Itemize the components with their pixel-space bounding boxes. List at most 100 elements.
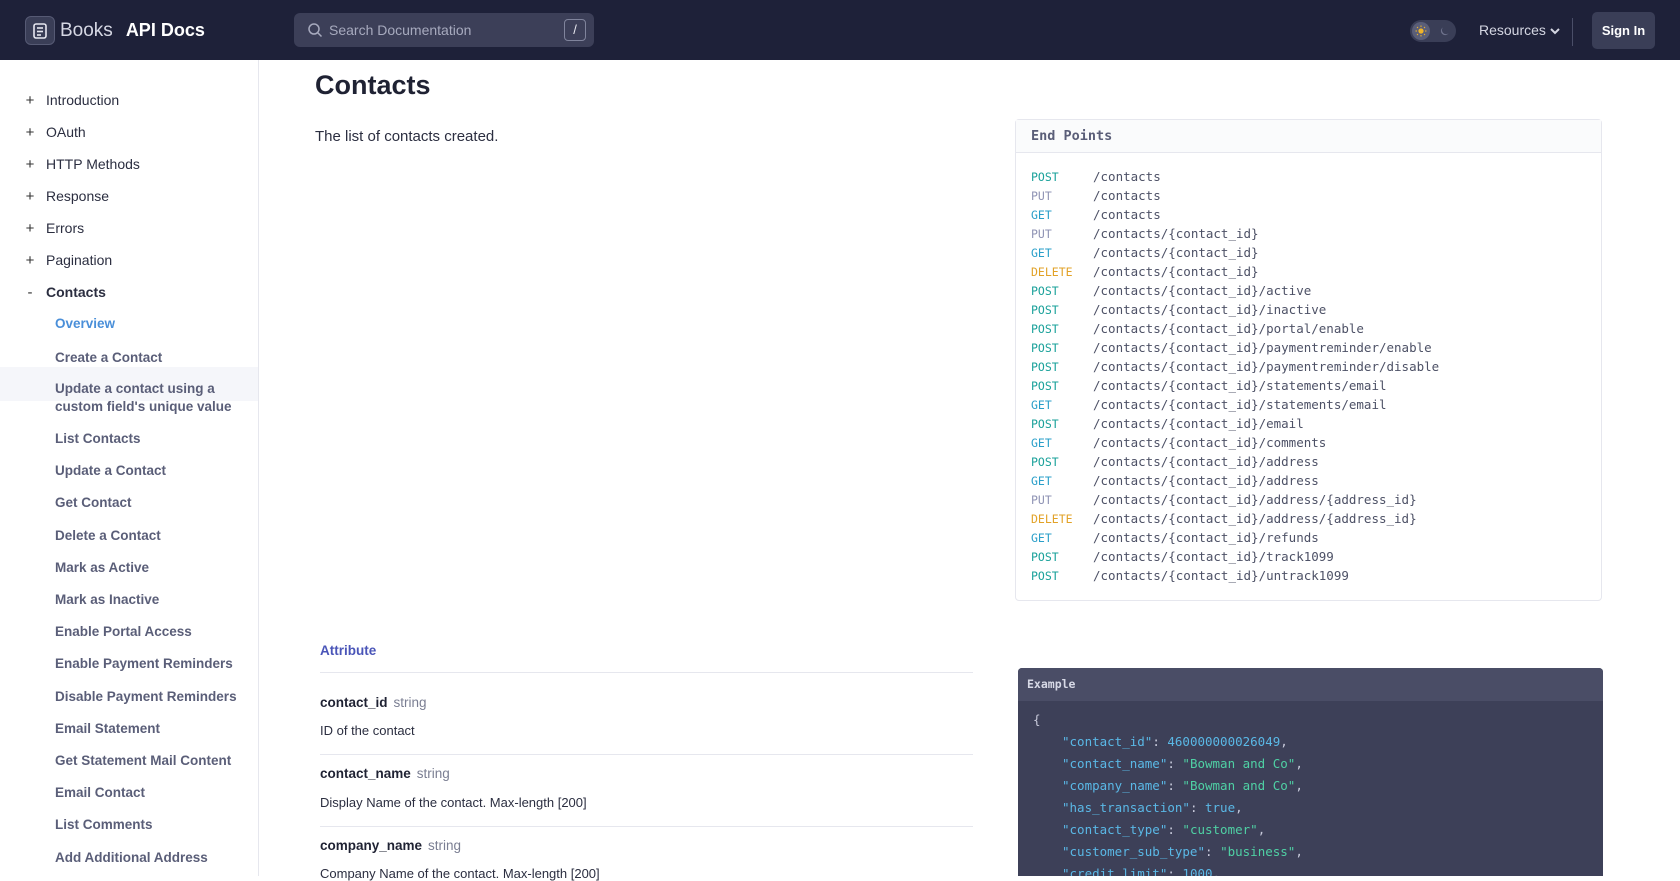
sidebar-subitem-enable-payment-reminders[interactable]: Enable Payment Reminders [55, 655, 245, 673]
sidebar-subitem-overview[interactable]: Overview [55, 315, 245, 333]
sidebar: + Introduction + OAuth + HTTP Methods + … [0, 60, 259, 876]
search-shortcut-key: / [564, 19, 586, 41]
sidebar-subitem-enable-portal[interactable]: Enable Portal Access [55, 623, 245, 641]
endpoint-row[interactable]: POST/contacts/{contact_id}/track1099 [1031, 547, 1334, 566]
attribute-name-text: contact_name [320, 766, 411, 781]
endpoint-row[interactable]: GET/contacts/{contact_id} [1031, 243, 1259, 262]
endpoint-path: /contacts/{contact_id} [1093, 245, 1259, 260]
divider [320, 672, 973, 673]
endpoint-row[interactable]: POST/contacts [1031, 167, 1161, 186]
endpoint-row[interactable]: POST/contacts/{contact_id}/statements/em… [1031, 376, 1387, 395]
sidebar-subitem-update-contact-custom-field[interactable]: Update a contact using a custom field's … [55, 380, 245, 416]
sidebar-subitem-get-contact[interactable]: Get Contact [55, 494, 245, 512]
sidebar-subitem-get-statement-mail[interactable]: Get Statement Mail Content [55, 752, 245, 770]
endpoint-method: DELETE [1031, 511, 1073, 526]
attribute-description: Display Name of the contact. Max-length … [320, 795, 587, 810]
code-line: "has_transaction": true, [1062, 800, 1243, 820]
sidebar-subitem-email-statement[interactable]: Email Statement [55, 720, 245, 738]
chevron-down-icon [1550, 22, 1560, 38]
attribute-description: ID of the contact [320, 723, 415, 738]
endpoint-row[interactable]: GET/contacts/{contact_id}/refunds [1031, 528, 1319, 547]
sidebar-subitem-list-contacts[interactable]: List Contacts [55, 430, 245, 448]
endpoint-path: /contacts/{contact_id}/address [1093, 454, 1319, 469]
brand-books-text: Books [60, 19, 113, 41]
attribute-name-text: company_name [320, 838, 423, 853]
page-title: Contacts [315, 70, 431, 100]
code-key: "credit_limit" [1062, 866, 1168, 876]
endpoint-method: POST [1031, 169, 1059, 184]
endpoint-row[interactable]: POST/contacts/{contact_id}/paymentremind… [1031, 338, 1432, 357]
header-divider [1572, 18, 1573, 46]
sidebar-subitem-add-address[interactable]: Add Additional Address [55, 849, 245, 867]
endpoint-row[interactable]: DELETE/contacts/{contact_id}/address/{ad… [1031, 509, 1417, 528]
search-placeholder: Search Documentation [329, 22, 472, 38]
code-colon: : [1205, 844, 1221, 859]
sidebar-subitem-delete-contact[interactable]: Delete a Contact [55, 527, 245, 545]
endpoint-row[interactable]: GET/contacts/{contact_id}/address [1031, 471, 1319, 490]
expand-icon: + [25, 251, 35, 269]
endpoint-path: /contacts/{contact_id}/paymentreminder/e… [1093, 340, 1432, 355]
code-key: "contact_type" [1062, 822, 1168, 837]
code-value: 460000000026049 [1167, 734, 1281, 749]
code-value: "Bowman and Co" [1182, 778, 1296, 793]
sidebar-item-label: Introduction [46, 92, 120, 108]
endpoint-path: /contacts/{contact_id}/statements/email [1093, 397, 1387, 412]
endpoint-path: /contacts/{contact_id}/active [1093, 283, 1312, 298]
sidebar-item-label: Response [46, 188, 110, 204]
sidebar-subitem-update-contact[interactable]: Update a Contact [55, 462, 245, 480]
code-comma: , [1295, 756, 1303, 771]
endpoint-path: /contacts/{contact_id}/paymentreminder/d… [1093, 359, 1440, 374]
endpoint-method: POST [1031, 283, 1059, 298]
endpoint-path: /contacts/{contact_id} [1093, 226, 1259, 241]
endpoint-row[interactable]: GET/contacts [1031, 205, 1161, 224]
attribute-description: Company Name of the contact. Max-length … [320, 866, 600, 881]
sidebar-subitem-mark-active[interactable]: Mark as Active [55, 559, 245, 577]
endpoint-method: PUT [1031, 492, 1052, 507]
sidebar-subitem-mark-inactive[interactable]: Mark as Inactive [55, 591, 245, 609]
endpoint-method: POST [1031, 416, 1059, 431]
attribute-name: company_name string [320, 838, 461, 853]
moon-icon [1436, 23, 1452, 39]
code-key: "contact_id" [1062, 734, 1153, 749]
endpoint-path: /contacts [1093, 207, 1161, 222]
code-colon: : [1152, 734, 1168, 749]
endpoint-row[interactable]: POST/contacts/{contact_id}/portal/enable [1031, 319, 1364, 338]
code-comma: , [1295, 778, 1303, 793]
brand[interactable]: Books API Docs [25, 16, 205, 45]
code-key: "company_name" [1062, 778, 1168, 793]
endpoint-method: POST [1031, 549, 1059, 564]
endpoint-row[interactable]: POST/contacts/{contact_id}/address [1031, 452, 1319, 471]
sidebar-subitem-create-contact[interactable]: Create a Contact [55, 349, 245, 367]
resources-menu[interactable]: Resources [1479, 22, 1560, 38]
endpoint-row[interactable]: POST/contacts/{contact_id}/email [1031, 414, 1304, 433]
endpoint-row[interactable]: POST/contacts/{contact_id}/inactive [1031, 300, 1326, 319]
endpoint-row[interactable]: DELETE/contacts/{contact_id} [1031, 262, 1259, 281]
sidebar-subitem-disable-payment-reminders[interactable]: Disable Payment Reminders [55, 688, 245, 706]
endpoint-path: /contacts/{contact_id}/address/{address_… [1093, 492, 1417, 507]
theme-toggle[interactable] [1410, 20, 1456, 42]
endpoint-row[interactable]: POST/contacts/{contact_id}/active [1031, 281, 1311, 300]
code-line: "credit_limit": 1000, [1062, 866, 1220, 876]
endpoint-path: /contacts/{contact_id}/portal/enable [1093, 321, 1364, 336]
endpoint-row[interactable]: PUT/contacts/{contact_id} [1031, 224, 1259, 243]
code-colon: : [1167, 778, 1183, 793]
endpoint-method: GET [1031, 473, 1052, 488]
code-comma: , [1280, 734, 1288, 749]
endpoint-row[interactable]: POST/contacts/{contact_id}/paymentremind… [1031, 357, 1439, 376]
sidebar-subitem-list-comments[interactable]: List Comments [55, 816, 245, 834]
endpoint-path: /contacts/{contact_id}/untrack1099 [1093, 568, 1349, 583]
endpoint-row[interactable]: POST/contacts/{contact_id}/untrack1099 [1031, 566, 1349, 585]
endpoint-method: POST [1031, 302, 1059, 317]
endpoint-row[interactable]: GET/contacts/{contact_id}/statements/ema… [1031, 395, 1387, 414]
expand-icon: + [25, 155, 35, 173]
endpoint-row[interactable]: PUT/contacts [1031, 186, 1161, 205]
endpoint-row[interactable]: GET/contacts/{contact_id}/comments [1031, 433, 1326, 452]
attribute-type: string [428, 838, 462, 853]
endpoint-row[interactable]: PUT/contacts/{contact_id}/address/{addre… [1031, 490, 1417, 509]
sign-in-button[interactable]: Sign In [1592, 12, 1655, 49]
endpoint-method: GET [1031, 207, 1052, 222]
sidebar-subitem-email-contact[interactable]: Email Contact [55, 784, 245, 802]
search-input[interactable]: Search Documentation / [294, 13, 594, 47]
code-value: true [1205, 800, 1236, 815]
code-key: "has_transaction" [1062, 800, 1190, 815]
